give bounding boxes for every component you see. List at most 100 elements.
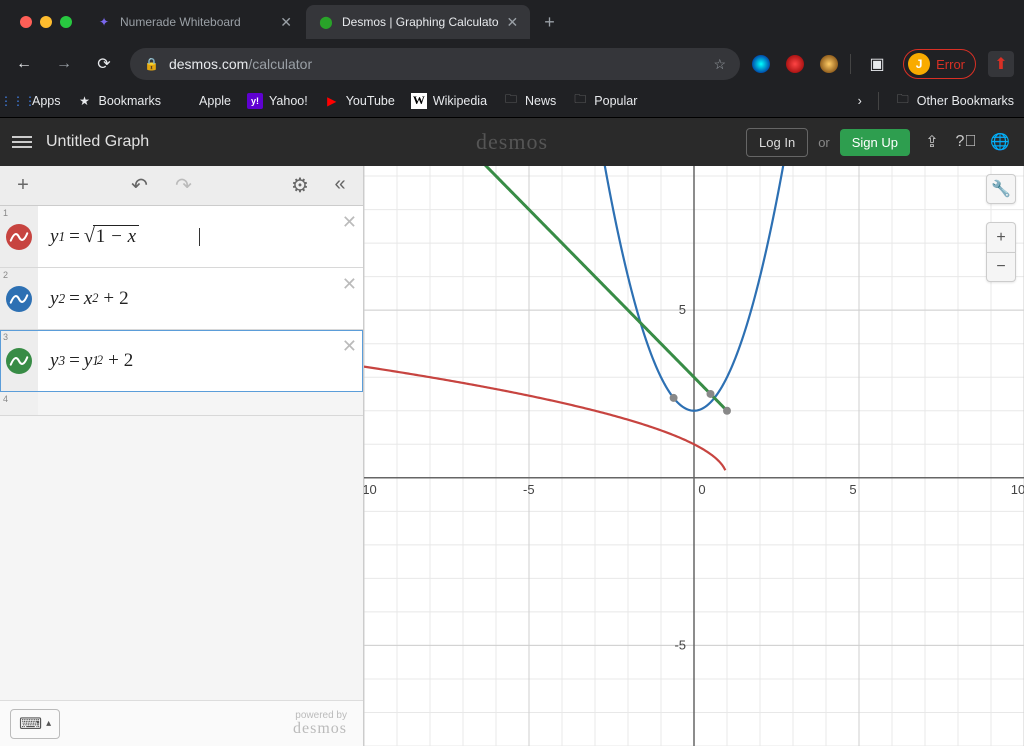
settings-icon[interactable]: ⚙: [285, 173, 315, 198]
or-text: or: [818, 135, 830, 150]
extension-icon[interactable]: [786, 55, 804, 73]
favicon-icon: ⬤: [318, 14, 334, 30]
zoom-out-button[interactable]: −: [986, 252, 1016, 282]
cast-icon[interactable]: ▣: [863, 50, 891, 78]
minimize-window-icon[interactable]: [40, 16, 52, 28]
svg-text:0: 0: [698, 482, 705, 497]
close-window-icon[interactable]: [20, 16, 32, 28]
apple-icon: [177, 93, 193, 109]
url-host: desmos.com: [169, 56, 248, 72]
login-button[interactable]: Log In: [746, 128, 808, 157]
bookmarks-overflow[interactable]: ›: [858, 94, 862, 108]
browser-tab-desmos[interactable]: ⬤ Desmos | Graphing Calculato ✕: [306, 5, 530, 39]
bookmarks-bar: ⋮⋮⋮Apps ★Bookmarks Apple y!Yahoo! ▶YouTu…: [0, 84, 1024, 118]
expression-row-empty[interactable]: 4: [0, 392, 363, 416]
graph-title[interactable]: Untitled Graph: [46, 133, 149, 151]
address-bar[interactable]: 🔒 desmos.com/calculator ☆: [130, 48, 740, 80]
extension-icons: [752, 55, 838, 73]
row-index: 1: [3, 208, 8, 218]
apps-shortcut[interactable]: ⋮⋮⋮Apps: [10, 93, 61, 109]
expression-row[interactable]: 2 y2=x2+2✕: [0, 268, 363, 330]
close-tab-icon[interactable]: ✕: [507, 14, 519, 31]
lock-icon: 🔒: [144, 57, 159, 71]
row-index: 2: [3, 270, 8, 280]
delete-expression-icon[interactable]: ✕: [342, 274, 357, 295]
expression-sidebar: + ↶ ↷ ⚙ « 1y1=√1 − x✕2y2=x2+2✕3y3=y12+2✕…: [0, 166, 364, 746]
bookmark-item[interactable]: ★Bookmarks: [77, 93, 162, 109]
extension-icon[interactable]: [752, 55, 770, 73]
update-icon[interactable]: ⬆: [988, 51, 1014, 77]
back-button[interactable]: ←: [10, 50, 38, 78]
browser-toolbar: ← → ⟳ 🔒 desmos.com/calculator ☆ ▣ J Erro…: [0, 44, 1024, 84]
tab-strip: ✦ Numerade Whiteboard ✕ ⬤ Desmos | Graph…: [0, 0, 1024, 44]
forward-button[interactable]: →: [50, 50, 78, 78]
svg-text:5: 5: [679, 302, 686, 317]
desmos-logo: desmos: [476, 129, 548, 155]
close-tab-icon[interactable]: ✕: [280, 14, 292, 31]
expression-input[interactable]: y1=√1 − x: [38, 206, 363, 267]
chevron-up-icon: ▴: [46, 718, 51, 729]
favicon-icon: ✦: [96, 14, 112, 30]
delete-expression-icon[interactable]: ✕: [342, 336, 357, 357]
star-icon: ★: [77, 93, 93, 109]
expression-row[interactable]: 1 y1=√1 − x✕: [0, 206, 363, 268]
profile-status: Error: [936, 57, 965, 72]
row-index: 4: [3, 394, 8, 404]
undo-button[interactable]: ↶: [125, 173, 155, 198]
expression-row[interactable]: 3 y3=y12+2✕: [0, 330, 363, 392]
bookmark-item[interactable]: 🗀News: [503, 93, 556, 109]
bookmark-item[interactable]: ▶YouTube: [324, 93, 395, 109]
graph-canvas[interactable]: -10-50510-55 🔧 + −: [364, 166, 1024, 746]
share-icon[interactable]: ⇪: [920, 132, 944, 152]
tab-title: Numerade Whiteboard: [120, 15, 241, 29]
graph-svg: -10-50510-55: [364, 166, 1024, 746]
svg-text:5: 5: [849, 482, 856, 497]
sidebar-toolbar: + ↶ ↷ ⚙ «: [0, 166, 363, 206]
yahoo-icon: y!: [247, 93, 263, 109]
redo-button[interactable]: ↷: [169, 173, 199, 198]
menu-button[interactable]: [12, 136, 32, 148]
svg-text:-5: -5: [674, 637, 686, 652]
add-expression-button[interactable]: +: [8, 174, 38, 197]
profile-error-chip[interactable]: J Error: [903, 49, 976, 79]
signup-button[interactable]: Sign Up: [840, 129, 910, 156]
bookmark-star-icon[interactable]: ☆: [714, 56, 727, 73]
expression-input[interactable]: y2=x2+2: [38, 268, 363, 329]
bookmark-item[interactable]: 🗀Popular: [572, 93, 637, 109]
youtube-icon: ▶: [324, 93, 340, 109]
folder-icon: 🗀: [895, 93, 911, 109]
bookmark-item[interactable]: y!Yahoo!: [247, 93, 308, 109]
zoom-in-button[interactable]: +: [986, 222, 1016, 252]
expression-list: 1y1=√1 − x✕2y2=x2+2✕3y3=y12+2✕4: [0, 206, 363, 700]
keyboard-icon: ⌨: [19, 714, 42, 734]
powered-by: powered by desmos: [293, 711, 347, 737]
bookmark-item[interactable]: Apple: [177, 93, 231, 109]
window-controls: [8, 16, 84, 28]
extension-icon[interactable]: [820, 55, 838, 73]
app-header: Untitled Graph desmos Log In or Sign Up …: [0, 118, 1024, 166]
collapse-sidebar-icon[interactable]: «: [325, 173, 355, 198]
browser-tab-numerade[interactable]: ✦ Numerade Whiteboard ✕: [84, 5, 304, 39]
other-bookmarks[interactable]: 🗀Other Bookmarks: [895, 93, 1014, 109]
help-icon[interactable]: ?⃝: [954, 133, 978, 151]
expression-input[interactable]: y3=y12+2: [38, 330, 363, 391]
keyboard-toggle[interactable]: ⌨▴: [10, 709, 60, 739]
svg-text:-10: -10: [364, 482, 377, 497]
bookmark-item[interactable]: WWikipedia: [411, 93, 487, 109]
tab-title: Desmos | Graphing Calculato: [342, 15, 499, 29]
row-index: 3: [3, 332, 8, 342]
delete-expression-icon[interactable]: ✕: [342, 212, 357, 233]
folder-icon: 🗀: [503, 93, 519, 109]
profile-avatar: J: [908, 53, 930, 75]
graph-tools: 🔧 + −: [986, 174, 1016, 282]
maximize-window-icon[interactable]: [60, 16, 72, 28]
folder-icon: 🗀: [572, 93, 588, 109]
wrench-icon[interactable]: 🔧: [986, 174, 1016, 204]
language-icon[interactable]: 🌐: [988, 132, 1012, 152]
reload-button[interactable]: ⟳: [90, 50, 118, 78]
sidebar-footer: ⌨▴ powered by desmos: [0, 700, 363, 746]
svg-text:-5: -5: [523, 482, 535, 497]
new-tab-button[interactable]: +: [532, 12, 567, 33]
url-path: /calculator: [248, 56, 312, 72]
wikipedia-icon: W: [411, 93, 427, 109]
